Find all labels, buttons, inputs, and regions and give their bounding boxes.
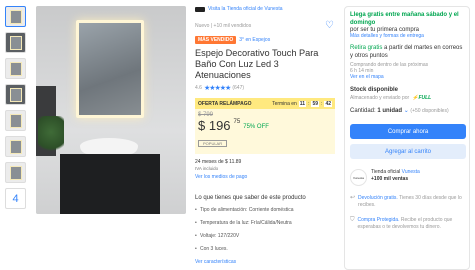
protected-purchase-link[interactable]: Compra Protegida. [358,217,400,223]
fulfillment-row: Almacenado y enviado por ⚡FULL [350,95,464,101]
mirror-illustration [76,20,144,118]
rating-value: 4.6 [195,85,202,91]
seller-prefix: Tienda oficial [371,169,401,175]
condition-text: Nuevo | +10 mil vendidos [195,23,252,29]
taxes-text: IVA incluido [195,166,219,171]
store-row: Visita la Tienda oficial de Vunesta [195,6,335,12]
favorite-heart-icon[interactable]: ♡ [325,21,335,31]
shipping-details-link[interactable]: Más detalles y formas de entrega [350,33,464,39]
timer-minutes: 59 [311,100,320,107]
popular-tag: POPULAR [198,140,228,147]
thumbnail[interactable] [5,84,26,105]
best-seller-badge: MÁS VENDIDO [195,36,237,44]
pickup-text: Retira gratis a partir del martes en cor… [350,45,464,60]
free-shipping-text: Llega gratis entre mañana sábado y el do… [350,12,464,27]
product-info: Visita la Tienda oficial de Vunesta Nuev… [195,6,335,265]
rating-row[interactable]: 4.6 ★★★★★ (647) [195,84,335,92]
payment-methods-link[interactable]: Ver los medios de pago [195,174,335,180]
product-title: Espejo Decorativo Touch Para Baño Con Lu… [195,48,319,80]
sink-illustration [80,138,138,154]
seller-name-link[interactable]: Vunesta [402,169,420,175]
thumbnail[interactable] [5,136,26,157]
installments-text: 24 meses de $ 11.89 [195,159,242,165]
current-price: $ 196 [198,118,231,133]
lightning-deal-bar: OFERTA RELÁMPAGO Termina en 11: 59: 42 [195,98,335,109]
quantity-available: (+50 disponibles) [410,108,449,114]
cabinet-illustration [60,154,160,214]
product-main-image[interactable] [36,6,186,214]
rating-count: (647) [232,85,245,91]
deal-timer: Termina en 11: 59: 42 [272,100,332,107]
stock-status: Stock disponible [350,87,399,93]
thumbnail[interactable] [5,32,26,53]
feature-item: Tipo de alimentación: Corriente doméstic… [195,207,335,213]
add-to-cart-button[interactable]: Agregar al carrito [350,144,466,159]
see-features-link[interactable]: Ver características [195,259,335,265]
seller-sales: +100 mil ventas [371,175,409,182]
thumbnail[interactable] [5,110,26,131]
seller-logo[interactable]: Vunesta [350,169,367,186]
timer-hours: 11 [298,100,307,107]
rating-stars-icon: ★★★★★ [203,85,231,92]
thumbnail-strip: 4 [5,6,27,214]
ends-in-label: Termina en [272,100,297,107]
thumbnail[interactable] [5,162,26,183]
features-heading: Lo que tienes que saber de este producto [195,195,306,201]
stored-by-text: Almacenado y enviado por [350,95,410,101]
price-panel: $ 799 $ 196 75 75% OFF POPULAR [195,109,335,154]
pickup-free-label: Retira gratis [350,45,383,51]
chevron-down-icon: ⌄ [403,108,409,114]
shield-icon: ⛉ [350,217,355,223]
protected-purchase-row: ⛉ Compra Protegida. Recibe el producto q… [350,217,464,230]
quantity-label: Cantidad: [350,108,376,114]
thumbnail[interactable] [5,6,26,27]
feature-item: Temperatura de la luz: Fría/Cálida/Neutr… [195,220,335,226]
feature-item: Con 3 luces. [195,246,335,252]
full-badge-icon: ⚡FULL [412,95,432,101]
plant-illustration [38,116,64,156]
return-icon: ↩ [350,195,356,201]
features-list: Tipo de alimentación: Corriente doméstic… [195,207,335,252]
pickup-note: Comprando dentro de las próximas 6 h 14 … [350,62,464,74]
store-link[interactable]: Visita la Tienda oficial de Vunesta [208,6,283,12]
store-logo-icon [195,6,205,12]
seller-info: Vunesta Tienda oficial Vunesta +100 mil … [350,169,464,186]
buy-now-button[interactable]: Comprar ahora [350,124,466,139]
quantity-selector[interactable]: Cantidad: 1 unidad ⌄ (+50 disponibles) [350,107,464,114]
thumbnail[interactable] [5,58,26,79]
timer-seconds: 42 [324,100,332,107]
see-map-link[interactable]: Ver en el mapa [350,74,464,80]
free-return-link[interactable]: Devolución gratis. [358,195,398,201]
current-price-cents: 75 [233,119,241,125]
category-rank-link[interactable]: 3° en Espejos [239,37,270,43]
discount-badge: 75% OFF [243,124,269,130]
feature-item: Voltaje: 127/220V [195,233,335,239]
quantity-value: 1 unidad [377,108,403,114]
shipping-eta: Llega gratis entre mañana sábado y el do… [350,12,459,26]
more-images-thumbnail[interactable]: 4 [5,188,26,209]
buy-box: Llega gratis entre mañana sábado y el do… [344,6,470,270]
free-return-row: ↩ Devolución gratis. Tienes 30 días desd… [350,195,464,208]
deal-label: OFERTA RELÁMPAGO [198,100,252,107]
